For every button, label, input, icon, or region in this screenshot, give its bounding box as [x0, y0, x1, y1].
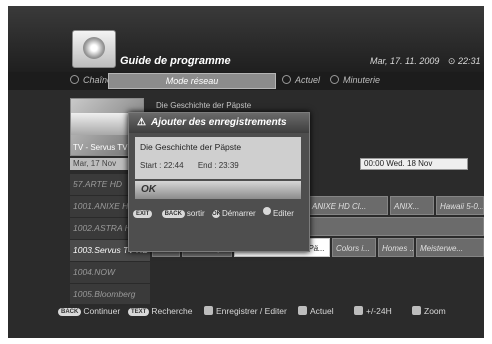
- mode-bar: Chaînes Mode réseau Actuel Minuterie: [8, 72, 484, 90]
- current-label: Actuel: [310, 306, 334, 316]
- preview-label: TV - Servus TV: [73, 143, 128, 152]
- continue-hint[interactable]: BACK Continuer: [58, 306, 120, 316]
- zoom-hint[interactable]: Zoom: [412, 306, 446, 316]
- radio-icon: [70, 75, 79, 84]
- radio-icon: [330, 75, 339, 84]
- ok-key-label: Démarrer: [221, 209, 256, 218]
- clock-icon: ⊙: [447, 56, 456, 66]
- program-cell[interactable]: Hawaii 5-0...: [436, 196, 484, 215]
- dialog-times: Start : 22:44 End : 23:39: [140, 161, 251, 170]
- exit-key-icon: EXIT: [133, 210, 153, 218]
- footer-key-hints: BACK Continuer TEXT Recherche Enregistrer …: [8, 302, 484, 322]
- program-guide-app-icon: [72, 30, 116, 68]
- date-time-readout: Mar, 17. 11. 2009 ⊙ 22:31: [370, 56, 481, 67]
- warning-icon: ⚠: [137, 117, 146, 128]
- time-text: 22:31: [457, 56, 481, 66]
- radio-icon: [282, 75, 291, 84]
- start-time: Start : 22:44: [140, 161, 184, 170]
- disc-icon: [83, 37, 105, 59]
- header: Guide de programme Mar, 17. 11. 2009 ⊙ 2…: [8, 6, 484, 72]
- back-key-icon: BACK: [161, 210, 185, 218]
- dialog-title-bar: ⚠ Ajouter des enregistrements: [129, 113, 309, 133]
- program-cell[interactable]: ANIXE HD Cl...: [308, 196, 388, 215]
- channel-row[interactable]: 1004.NOW: [70, 262, 150, 284]
- ok-button[interactable]: OK: [135, 181, 301, 199]
- edit-key-icon: [262, 207, 271, 215]
- dialog-body: Die Geschichte der Päpste Start : 22:44 …: [135, 137, 301, 179]
- zoom-label: Zoom: [424, 306, 446, 316]
- plus-minus-24h-hint[interactable]: +/-24H: [354, 306, 392, 316]
- record-edit-hint[interactable]: Enregistrer / Editer: [204, 306, 287, 316]
- dialog-program-name: Die Geschichte der Päpste: [140, 142, 242, 152]
- timeline-start: Mar, 17 Nov: [70, 158, 128, 170]
- back-key-hint[interactable]: BACK sortir: [161, 209, 207, 218]
- add-recording-dialog: ⚠ Ajouter des enregistrements Die Geschic…: [128, 112, 310, 252]
- ok-key-hint[interactable]: OKDémarrer: [211, 209, 258, 218]
- record-key-icon: [204, 306, 213, 315]
- tv-screen: Guide de programme Mar, 17. 11. 2009 ⊙ 2…: [8, 6, 484, 338]
- program-cell[interactable]: Homes ...: [378, 238, 414, 257]
- zoom-key-icon: [412, 306, 421, 315]
- text-key-icon: TEXT: [128, 308, 150, 316]
- dialog-key-hints: EXIT BACK sortir OKDémarrer Editer: [133, 207, 309, 221]
- program-cell[interactable]: Colors i...: [332, 238, 376, 257]
- page-title: Guide de programme: [120, 55, 231, 67]
- edit-key-hint[interactable]: Editer: [262, 207, 294, 218]
- continue-label: Continuer: [83, 306, 121, 316]
- edit-key-label: Editer: [272, 209, 294, 218]
- program-cell[interactable]: Meisterwe...: [416, 238, 484, 257]
- mode-minuterie[interactable]: Minuterie: [330, 75, 380, 85]
- mode-actuel[interactable]: Actuel: [282, 75, 320, 85]
- search-label: Recherche: [151, 306, 193, 316]
- program-info: Die Geschichte der Päpste: [156, 101, 252, 110]
- back-key-label: sortir: [186, 209, 205, 218]
- dialog-title: Ajouter des enregistrements: [150, 117, 287, 128]
- date-text: Mar, 17. 11. 2009: [370, 56, 440, 66]
- ok-key-icon: OK: [211, 210, 221, 218]
- program-cell[interactable]: ANIX...: [390, 196, 434, 215]
- mode-minuterie-label: Minuterie: [343, 75, 381, 85]
- timeline-end: 00:00 Wed. 18 Nov: [360, 158, 468, 170]
- record-edit-label: Enregistrer / Editer: [216, 306, 287, 316]
- end-time: End : 23:39: [197, 161, 239, 170]
- arrows-key-icon: [298, 306, 307, 315]
- mode-actuel-label: Actuel: [295, 75, 321, 85]
- exit-key-hint[interactable]: EXIT: [133, 209, 157, 218]
- current-hint[interactable]: Actuel: [298, 306, 334, 316]
- back-key-icon: BACK: [58, 308, 82, 316]
- search-hint[interactable]: TEXT Recherche: [128, 306, 192, 316]
- plus-minus-label: +/-24H: [366, 306, 392, 316]
- plus-minus-key-icon: [354, 306, 363, 315]
- mode-reseau-tab[interactable]: Mode réseau: [108, 73, 276, 89]
